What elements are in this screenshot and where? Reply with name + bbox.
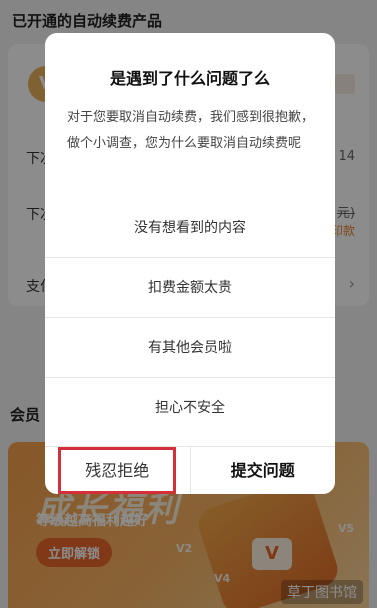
dialog-description: 对于您要取消自动续费，我们感到很抱歉，做个小调查，您为什么要取消自动续费呢 (67, 110, 315, 151)
dialog-title: 是遇到了什么问题了么 (109, 69, 270, 88)
cancel-survey-dialog: 是遇到了什么问题了么 对于您要取消自动续费，我们感到很抱歉，做个小调查，您为什么… (45, 33, 335, 494)
option-other-membership[interactable]: 有其他会员啦 (45, 318, 335, 378)
highlight-annotation (58, 447, 176, 494)
submit-button[interactable]: 提交问题 (191, 447, 336, 494)
option-not-secure[interactable]: 担心不安全 (45, 378, 335, 438)
option-too-expensive[interactable]: 扣费金额太贵 (45, 258, 335, 318)
option-no-content[interactable]: 没有想看到的内容 (45, 198, 335, 258)
